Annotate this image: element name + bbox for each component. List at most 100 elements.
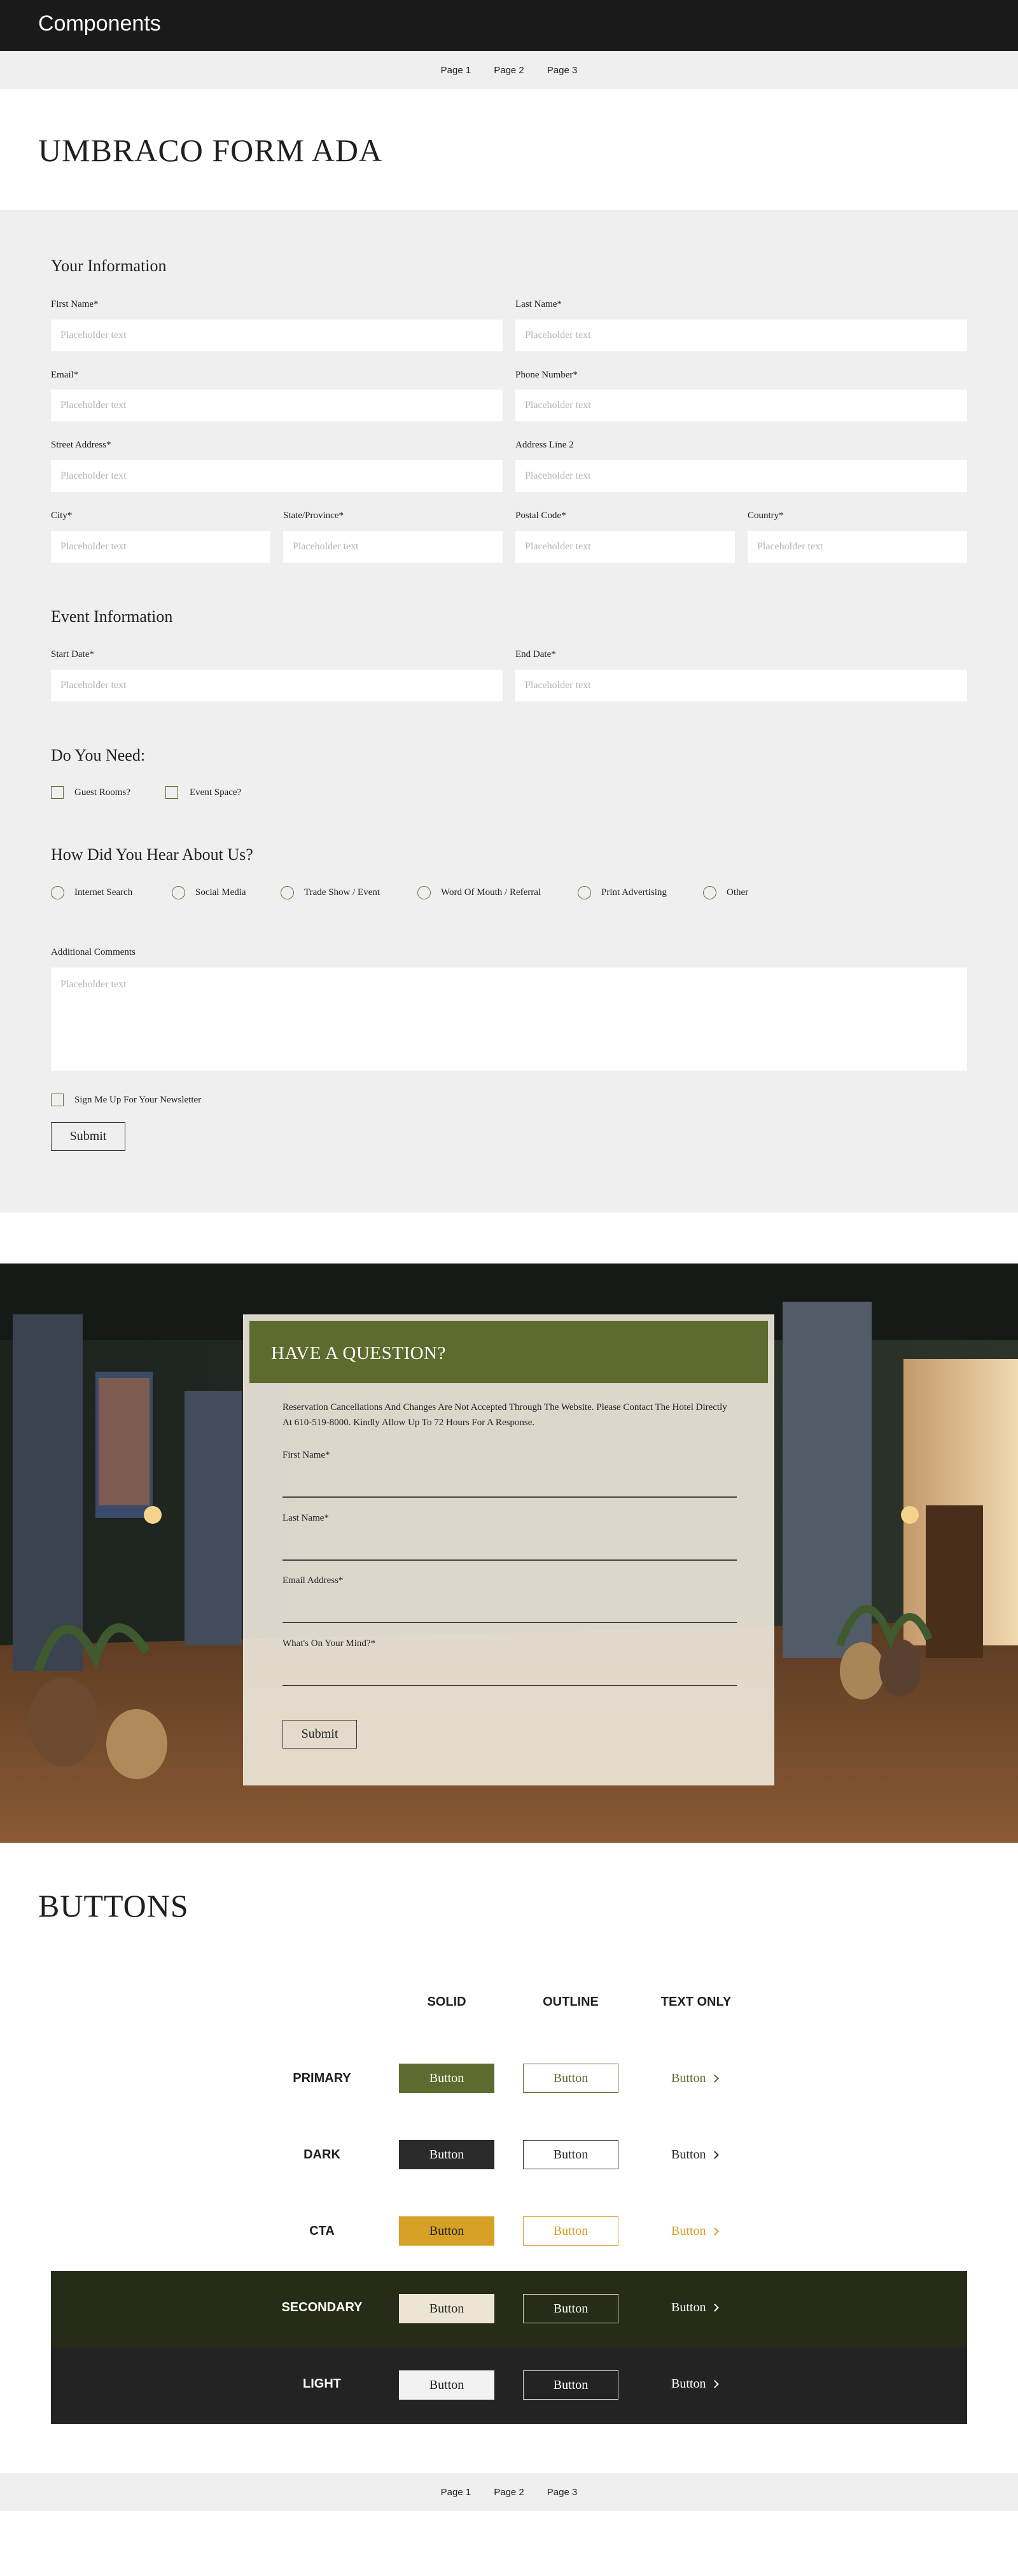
address2-input[interactable] [515, 460, 967, 492]
guest-rooms-checkbox[interactable] [51, 786, 64, 799]
chevron-right-icon [711, 2151, 720, 2159]
primary-solid-button[interactable]: Button [399, 2064, 494, 2093]
end-date-label: End Date* [515, 649, 556, 659]
card-mind-label: What's On Your Mind?* [282, 1638, 376, 1649]
card-submit-button[interactable]: Submit [282, 1720, 357, 1749]
address2-label: Address Line 2 [515, 440, 574, 450]
city-label: City* [51, 510, 73, 521]
page-nav-top: Page 1 Page 2 Page 3 [0, 51, 1018, 89]
card-last-name-input[interactable] [282, 1559, 737, 1561]
street-label: Street Address* [51, 440, 111, 450]
first-name-label: First Name* [51, 299, 99, 309]
card-mind-input[interactable] [282, 1685, 737, 1686]
page-title: UMBRACO FORM ADA [38, 132, 383, 168]
buttons-title: BUTTONS [38, 1888, 189, 1924]
chevron-right-icon [711, 2380, 720, 2388]
your-information-heading: Your Information [51, 257, 167, 275]
question-card: HAVE A QUESTION? Reservation Cancellatio… [243, 1314, 774, 1785]
trade-show-radio[interactable] [281, 886, 294, 899]
question-card-title: HAVE A QUESTION? [271, 1343, 446, 1363]
card-last-name-label: Last Name* [282, 1513, 329, 1523]
light-text-button[interactable]: Button [671, 2377, 720, 2391]
start-date-input[interactable] [51, 670, 503, 701]
primary-text-button[interactable]: Button [671, 2071, 720, 2086]
cta-text-button[interactable]: Button [671, 2224, 720, 2239]
secondary-text-button[interactable]: Button [671, 2300, 720, 2315]
dark-text-button[interactable]: Button [671, 2148, 720, 2162]
page-link-1[interactable]: Page 1 [441, 65, 471, 76]
submit-button[interactable]: Submit [51, 1122, 125, 1151]
last-name-input[interactable] [515, 320, 967, 351]
secondary-solid-button[interactable]: Button [399, 2294, 494, 2323]
event-information-heading: Event Information [51, 607, 173, 626]
row-dark: DARK [303, 2148, 340, 2162]
other-radio[interactable] [703, 886, 716, 899]
col-solid: SOLID [427, 1995, 466, 2009]
light-text-button-label: Button [671, 2377, 706, 2391]
email-input[interactable] [51, 390, 503, 421]
question-card-description: Reservation Cancellations And Changes Ar… [282, 1402, 727, 1428]
postal-label: Postal Code* [515, 510, 566, 521]
page-link-3[interactable]: Page 3 [547, 65, 578, 76]
chevron-right-icon [711, 2074, 720, 2083]
col-outline: OUTLINE [543, 1995, 599, 2009]
dark-solid-button[interactable]: Button [399, 2140, 494, 2169]
page-link-3[interactable]: Page 3 [547, 2487, 578, 2498]
app-title: Components [38, 11, 161, 36]
print-advertising-radio[interactable] [578, 886, 591, 899]
chevron-right-icon [711, 2227, 720, 2235]
card-email-input[interactable] [282, 1622, 737, 1623]
social-media-label: Social Media [195, 887, 246, 897]
secondary-outline-button[interactable]: Button [523, 2294, 618, 2323]
card-first-name-input[interactable] [282, 1496, 737, 1498]
street-input[interactable] [51, 460, 503, 492]
dark-text-button-label: Button [671, 2148, 706, 2162]
other-label: Other [727, 887, 749, 897]
page-link-1[interactable]: Page 1 [441, 2487, 471, 2498]
card-first-name-label: First Name* [282, 1450, 330, 1460]
postal-input[interactable] [515, 531, 735, 563]
comments-textarea[interactable] [51, 968, 967, 1071]
primary-outline-button[interactable]: Button [523, 2064, 618, 2093]
city-input[interactable] [51, 531, 270, 563]
page-link-2[interactable]: Page 2 [494, 65, 524, 76]
email-label: Email* [51, 370, 79, 380]
end-date-input[interactable] [515, 670, 967, 701]
secondary-band [51, 2271, 967, 2347]
state-input[interactable] [283, 531, 503, 563]
social-media-radio[interactable] [172, 886, 185, 899]
question-card-header: HAVE A QUESTION? [249, 1321, 768, 1383]
event-space-checkbox[interactable] [165, 786, 178, 799]
newsletter-checkbox[interactable] [51, 1094, 64, 1106]
do-you-need-heading: Do You Need: [51, 746, 146, 764]
secondary-text-button-label: Button [671, 2300, 706, 2314]
row-secondary: SECONDARY [281, 2300, 363, 2314]
country-input[interactable] [748, 531, 967, 563]
word-of-mouth-radio[interactable] [417, 886, 431, 899]
comments-label: Additional Comments [51, 947, 136, 957]
chevron-right-icon [711, 2304, 720, 2312]
country-label: Country* [748, 510, 784, 521]
cta-solid-button[interactable]: Button [399, 2216, 494, 2246]
cta-outline-button[interactable]: Button [523, 2216, 618, 2246]
light-outline-button[interactable]: Button [523, 2370, 618, 2400]
col-text-only: TEXT ONLY [660, 1995, 732, 2009]
internet-search-radio[interactable] [51, 886, 64, 899]
first-name-input[interactable] [51, 320, 503, 351]
row-light: LIGHT [303, 2377, 341, 2391]
top-bar: Components [0, 0, 1018, 51]
last-name-label: Last Name* [515, 299, 562, 309]
cta-text-button-label: Button [671, 2224, 706, 2238]
page-nav-bottom: Page 1 Page 2 Page 3 [0, 2473, 1018, 2511]
internet-search-label: Internet Search [74, 887, 133, 897]
row-primary: PRIMARY [293, 2071, 351, 2085]
phone-input[interactable] [515, 390, 967, 421]
light-solid-button[interactable]: Button [399, 2370, 494, 2400]
dark-outline-button[interactable]: Button [523, 2140, 618, 2169]
guest-rooms-label: Guest Rooms? [74, 787, 130, 798]
state-label: State/Province* [283, 510, 344, 521]
event-space-label: Event Space? [190, 787, 242, 798]
start-date-label: Start Date* [51, 649, 94, 659]
newsletter-label: Sign Me Up For Your Newsletter [74, 1095, 202, 1105]
page-link-2[interactable]: Page 2 [494, 2487, 524, 2498]
